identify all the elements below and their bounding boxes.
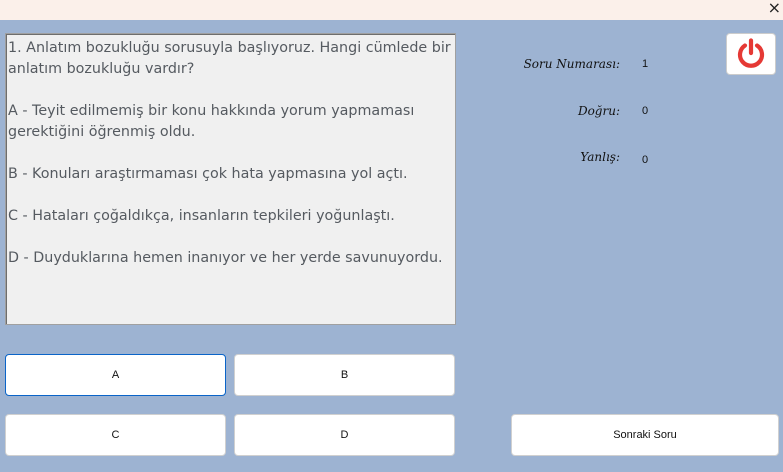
quiz-panel: 1. Anlatım bozukluğu sorusuyla başlıyoru… — [0, 20, 783, 472]
correct-value: 0 — [642, 105, 649, 117]
wrong-value: 0 — [642, 154, 649, 166]
answer-b-button[interactable]: B — [234, 354, 455, 396]
answer-a-button[interactable]: A — [5, 354, 226, 396]
power-icon — [737, 38, 765, 68]
question-number-label: Soru Numarası: — [523, 57, 620, 71]
question-number-value: 1 — [642, 58, 649, 70]
close-button[interactable]: × — [768, 0, 781, 17]
question-textbox[interactable]: 1. Anlatım bozukluğu sorusuyla başlıyoru… — [5, 33, 456, 325]
answer-c-button[interactable]: C — [5, 414, 226, 456]
correct-label: Doğru: — [577, 104, 620, 118]
power-button[interactable] — [726, 33, 776, 75]
answer-d-button[interactable]: D — [234, 414, 455, 456]
next-question-button[interactable]: Sonraki Soru — [511, 414, 779, 456]
wrong-label: Yanlış: — [580, 150, 620, 164]
question-text: 1. Anlatım bozukluğu sorusuyla başlıyoru… — [8, 40, 451, 266]
title-bar: × — [0, 0, 783, 20]
